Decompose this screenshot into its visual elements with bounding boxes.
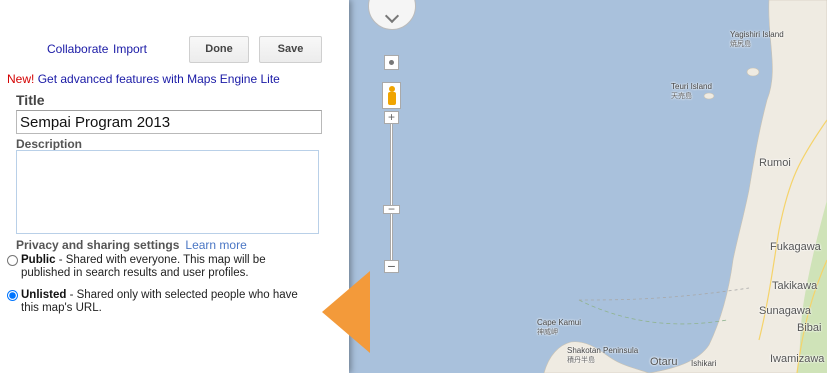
save-button[interactable]: Save [259, 36, 322, 63]
public-radio[interactable] [7, 255, 18, 266]
unlisted-radio[interactable] [7, 290, 18, 301]
description-input[interactable] [16, 150, 319, 234]
title-input[interactable] [16, 110, 322, 134]
place-label: Fukagawa [770, 241, 821, 253]
place-label: Takikawa [772, 280, 818, 292]
map-terrain [543, 0, 827, 373]
place-label: Otaru [650, 356, 678, 368]
place-label: Iwamizawa [770, 353, 825, 365]
zoom-slider-thumb[interactable]: − [383, 203, 400, 215]
place-label: Shakotan Peninsula 積丹半島 [567, 346, 639, 364]
unlisted-option-name: Unlisted [21, 289, 67, 301]
highlight-pointer-arrow [322, 271, 370, 353]
title-label: Title [16, 92, 45, 108]
maps-engine-lite-link[interactable]: Get advanced features with Maps Engine L… [38, 72, 280, 86]
location-dot-icon [389, 60, 394, 65]
learn-more-link[interactable]: Learn more [185, 238, 246, 252]
edit-map-panel: Collaborate Import Done Save New! Get ad… [0, 0, 349, 373]
privacy-option-unlisted[interactable]: Unlisted - Shared only with selected peo… [7, 289, 317, 315]
zoom-slider-track[interactable] [390, 124, 393, 262]
place-label: Sunagawa [759, 305, 811, 317]
panel-toolbar: Collaborate Import Done Save [0, 36, 349, 63]
zoom-in-button[interactable]: + [384, 111, 399, 124]
privacy-option-public[interactable]: Public - Shared with everyone. This map … [7, 254, 317, 280]
new-badge: New! [7, 72, 35, 86]
description-label: Description [16, 137, 83, 151]
my-location-button[interactable] [384, 55, 399, 70]
map-canvas[interactable]: Yagishiri Island 焼尻島 Teuri Island 天売島 Rumo… [349, 0, 827, 373]
done-button[interactable]: Done [189, 36, 249, 63]
public-option-description: - Shared with everyone. This map will be… [21, 254, 266, 279]
chevron-down-icon[interactable] [384, 8, 400, 24]
privacy-settings-header: Privacy and sharing settings Learn more [16, 238, 247, 252]
collaborate-link[interactable]: Collaborate [47, 42, 108, 56]
place-label: Bibai [797, 322, 822, 334]
zoom-out-button[interactable]: − [384, 259, 399, 273]
public-option-name: Public [21, 254, 56, 266]
place-label: Rumoi [759, 157, 791, 169]
place-label: Teuri Island 天売島 [671, 82, 712, 100]
place-label: Yagishiri Island 焼尻島 [730, 30, 784, 48]
place-label: Ishikari [691, 359, 717, 368]
import-link[interactable]: Import [113, 42, 147, 56]
place-label: Cape Kamui 神威岬 [537, 318, 582, 336]
privacy-heading: Privacy and sharing settings [16, 238, 180, 252]
promo-banner: New! Get advanced features with Maps Eng… [7, 72, 280, 86]
street-view-pegman-icon[interactable] [382, 82, 401, 109]
